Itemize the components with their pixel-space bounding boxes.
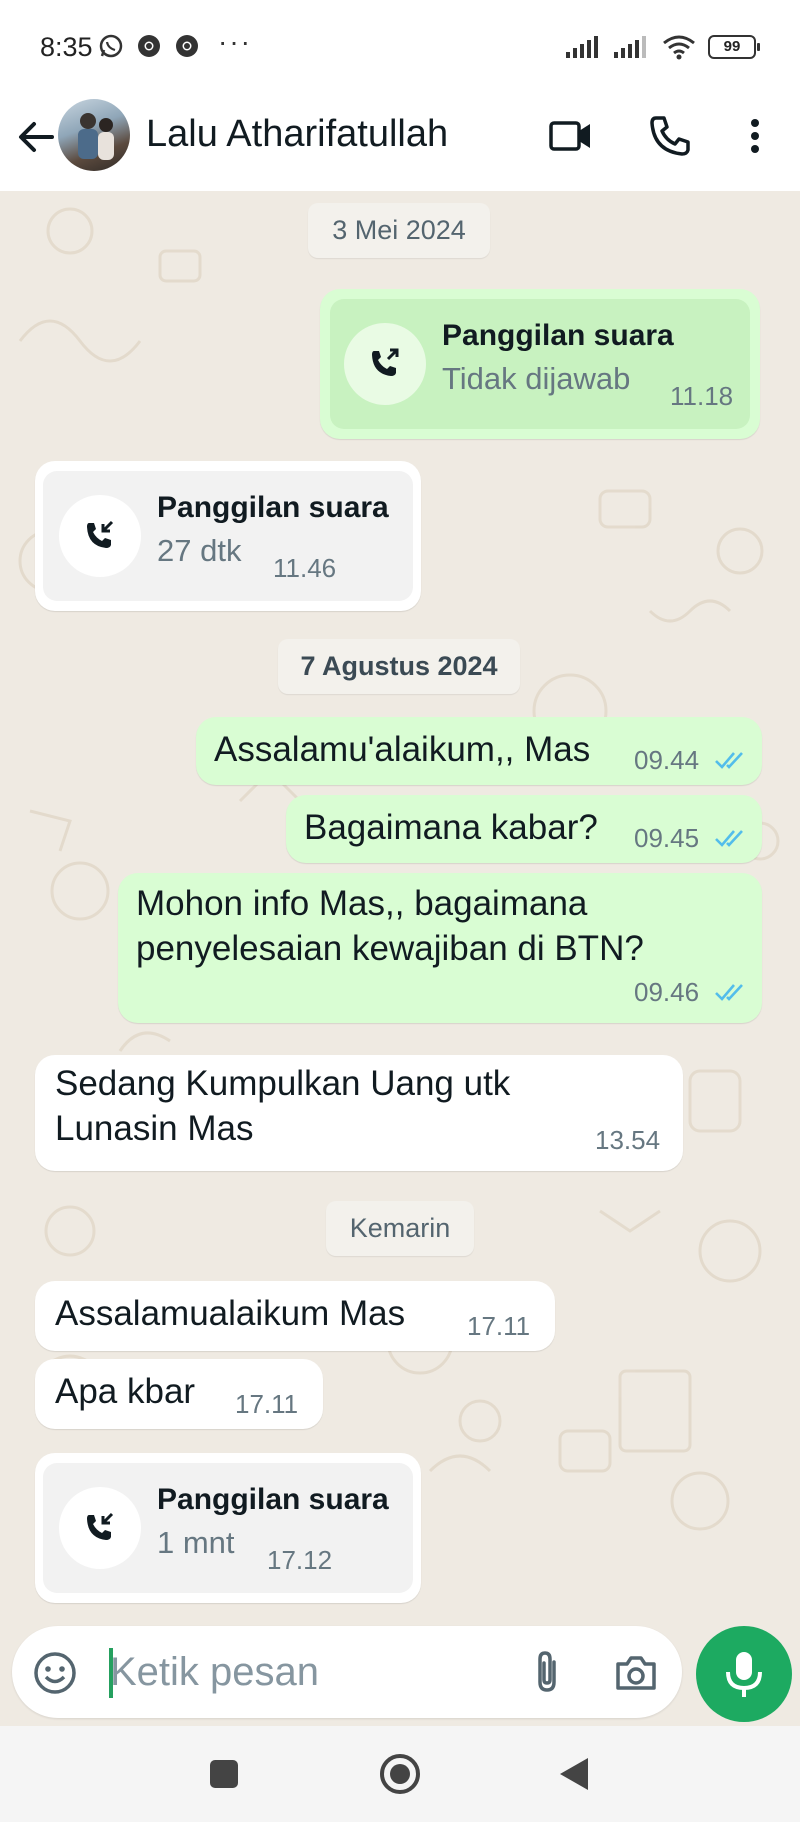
call-outgoing-icon: [372, 348, 399, 376]
call-message-incoming[interactable]: Panggilan suara 27 dtk 11.46: [35, 461, 421, 611]
message-text-line2: Lunasin Mas: [55, 1109, 254, 1148]
message-outgoing[interactable]: Bagaimana kabar? 09.45: [286, 795, 762, 863]
message-incoming[interactable]: Assalamualaikum Mas 17.11: [35, 1281, 555, 1351]
status-time: 8:35: [40, 32, 93, 62]
back-arrow-icon[interactable]: [14, 115, 58, 159]
message-time: 09.45: [634, 823, 700, 853]
nav-home-icon[interactable]: [378, 1752, 422, 1796]
chrome-icon: [176, 35, 198, 57]
date-label: Kemarin: [349, 1213, 451, 1243]
message-time: 17.11: [467, 1311, 531, 1341]
nav-back-icon[interactable]: [556, 1754, 592, 1794]
call-icon-circle: [59, 495, 141, 577]
compose-bar: [0, 1626, 800, 1726]
date-label: 7 Agustus 2024: [300, 651, 498, 681]
mic-icon: [726, 1652, 762, 1697]
nav-recents-icon[interactable]: [206, 1756, 242, 1792]
message-time: 17.11: [235, 1389, 299, 1419]
more-notifications: ···: [218, 26, 252, 57]
wifi-icon: [663, 35, 695, 60]
call-title: Panggilan suara: [442, 319, 674, 352]
call-title: Panggilan suara: [157, 491, 389, 524]
contact-name[interactable]: Lalu Atharifatullah: [146, 113, 448, 156]
call-duration: 27 dtk: [157, 533, 242, 568]
chat-header: Lalu Atharifatullah: [0, 95, 800, 191]
whatsapp-icon: [99, 34, 123, 58]
battery-icon: 99: [708, 35, 760, 59]
call-duration: 1 mnt: [157, 1525, 235, 1560]
double-check-icon: [715, 984, 743, 1001]
camera-icon[interactable]: [612, 1650, 660, 1696]
message-text: Assalamualaikum Mas: [55, 1294, 406, 1333]
call-status: Tidak dijawab: [442, 361, 631, 396]
notification-icons: [98, 33, 200, 59]
message-time: 13.54: [595, 1125, 661, 1155]
message-time: 11.18: [670, 381, 734, 411]
call-icon-circle: [59, 1487, 141, 1569]
message-incoming[interactable]: Apa kbar 17.11: [35, 1359, 323, 1429]
more-vert-icon[interactable]: [730, 111, 780, 161]
chat-area[interactable]: 3 Mei 2024 Panggilan suara Tidak dijawab…: [0, 191, 800, 1626]
message-text: Apa kbar: [55, 1372, 196, 1411]
date-separator: Kemarin: [326, 1201, 474, 1256]
message-outgoing[interactable]: Assalamu'alaikum,, Mas 09.44: [196, 717, 762, 785]
call-icon-circle: [344, 323, 426, 405]
mic-button[interactable]: [696, 1626, 792, 1722]
status-bar: 8:35 ··· 99: [0, 0, 800, 95]
avatar[interactable]: [58, 99, 130, 171]
message-text-line1: Sedang Kumpulkan Uang utk: [55, 1064, 511, 1103]
emoji-icon[interactable]: [32, 1650, 78, 1696]
message-outgoing[interactable]: Mohon info Mas,, bagaimana penyelesaian …: [118, 873, 762, 1023]
video-call-icon[interactable]: [546, 111, 596, 161]
message-text: Bagaimana kabar?: [304, 808, 598, 847]
call-message-outgoing[interactable]: Panggilan suara Tidak dijawab 11.18: [320, 289, 760, 439]
double-check-icon: [715, 752, 743, 769]
message-text-line2: penyelesaian kewajiban di BTN?: [136, 929, 644, 968]
message-text-line1: Mohon info Mas,, bagaimana: [136, 884, 588, 923]
attach-icon[interactable]: [524, 1648, 570, 1696]
date-separator: 3 Mei 2024: [308, 203, 490, 258]
message-time: 09.46: [634, 977, 700, 1007]
double-check-icon: [715, 830, 743, 847]
message-input[interactable]: [110, 1640, 510, 1704]
message-time: 09.44: [634, 745, 700, 775]
message-input-container[interactable]: [12, 1626, 682, 1718]
date-label: 3 Mei 2024: [332, 215, 466, 245]
signal-icon: [566, 36, 598, 58]
date-separator: 7 Agustus 2024: [278, 639, 520, 694]
message-incoming[interactable]: Sedang Kumpulkan Uang utk Lunasin Mas 13…: [35, 1055, 683, 1171]
call-incoming-icon: [87, 1512, 114, 1540]
call-message-incoming[interactable]: Panggilan suara 1 mnt 17.12: [35, 1453, 421, 1603]
voice-call-icon[interactable]: [645, 111, 695, 161]
call-title: Panggilan suara: [157, 1483, 389, 1516]
message-text: Assalamu'alaikum,, Mas: [214, 730, 591, 769]
system-icons: 99: [566, 34, 760, 60]
call-incoming-icon: [87, 520, 114, 548]
signal-icon: [614, 36, 646, 58]
system-nav-bar: [0, 1726, 800, 1822]
message-time: 17.12: [267, 1545, 333, 1575]
chrome-icon: [138, 35, 160, 57]
message-time: 11.46: [273, 553, 337, 583]
